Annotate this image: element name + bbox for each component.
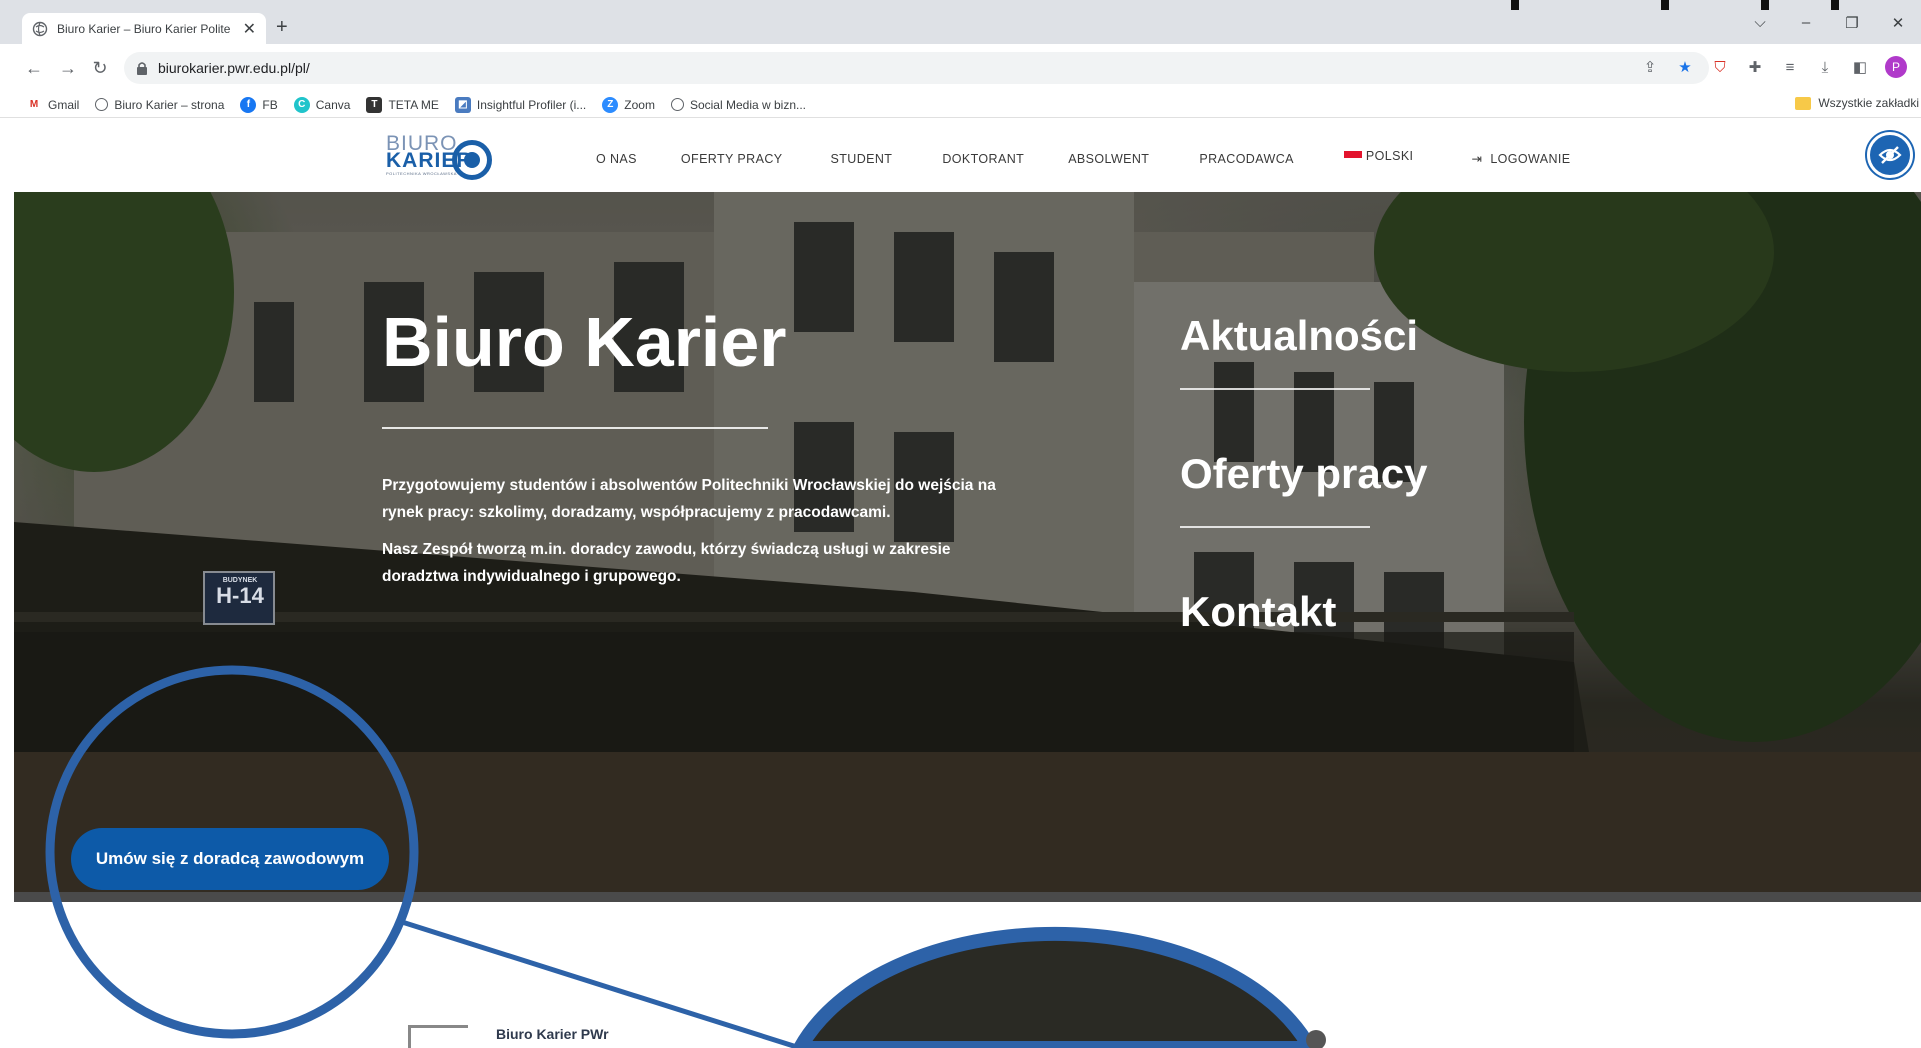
bookmark-label: FB bbox=[262, 97, 278, 112]
bookmark-star-icon[interactable]: ★ bbox=[1675, 57, 1695, 77]
bookmark-label: Canva bbox=[315, 97, 351, 112]
reading-list-icon[interactable]: ≡ bbox=[1780, 57, 1800, 77]
new-tab-icon[interactable]: + bbox=[276, 16, 288, 39]
login-icon: ⇥ bbox=[1471, 152, 1483, 166]
extension-icon[interactable]: ⛉ bbox=[1710, 57, 1730, 77]
url-text: biurokarier.pwr.edu.pl/pl/ bbox=[158, 60, 310, 76]
eye-slash-icon bbox=[1878, 146, 1902, 164]
bookmark-fb[interactable]: f FB bbox=[240, 96, 278, 113]
profile-avatar[interactable]: P bbox=[1885, 56, 1907, 78]
link-divider bbox=[1180, 388, 1370, 390]
browser-tab-bar: Biuro Karier – Biuro Karier Polite ✕ + ⌵… bbox=[0, 0, 1921, 44]
hero-paragraph: Nasz Zespół tworzą m.in. doradcy zawodu,… bbox=[382, 541, 951, 585]
back-icon[interactable]: ← bbox=[22, 56, 46, 80]
browser-toolbar: ← → ↻ biurokarier.pwr.edu.pl/pl/ ⇪ ★ ⛉ ✚… bbox=[0, 44, 1921, 92]
logo-line3: POLITECHNIKA WROCŁAWSKA bbox=[386, 171, 457, 176]
link-oferty-pracy[interactable]: Oferty pracy bbox=[1180, 450, 1427, 498]
canva-icon: C bbox=[293, 96, 310, 113]
menu-item-o-nas[interactable]: O NAS bbox=[596, 152, 637, 166]
forward-icon[interactable]: → bbox=[56, 56, 80, 80]
login-label: LOGOWANIE bbox=[1490, 152, 1571, 166]
close-icon[interactable]: ✕ bbox=[243, 19, 256, 39]
bookmarks-bar: M Gmail Biuro Karier – strona f FB C Can… bbox=[0, 92, 1921, 118]
decorative-marks bbox=[1511, 0, 1841, 10]
bookmark-label: TETA ME bbox=[388, 97, 439, 112]
book-advisor-button[interactable]: Umów się z doradcą zawodowym bbox=[71, 828, 389, 890]
link-divider bbox=[1180, 526, 1370, 528]
hero-description: Przygotowujemy studentów i absolwentów P… bbox=[382, 472, 1002, 600]
bookmark-gmail[interactable]: M Gmail bbox=[26, 97, 80, 113]
globe-icon bbox=[95, 98, 109, 111]
window-close-icon[interactable]: ✕ bbox=[1875, 14, 1921, 32]
tab-search-icon[interactable]: ⌵ bbox=[1737, 14, 1783, 32]
folder-icon bbox=[1795, 96, 1812, 110]
zoom-icon: Z bbox=[602, 96, 619, 113]
bookmark-label: Insightful Profiler (i... bbox=[476, 97, 587, 112]
facebook-icon: f bbox=[240, 96, 257, 113]
building-sign-line2: H-14 bbox=[216, 583, 264, 608]
menu-item-oferty-pracy[interactable]: OFERTY PRACY bbox=[681, 152, 783, 166]
hero-paragraph: Przygotowujemy studentów i absolwentów P… bbox=[382, 477, 996, 521]
all-bookmarks[interactable]: Wszystkie zakładki bbox=[1795, 96, 1919, 110]
bookmark-canva[interactable]: C Canva bbox=[293, 96, 351, 113]
footer-logo-icon bbox=[408, 1025, 468, 1048]
hero-section: BUDYNEK H-14 Biuro Karier Przygotowujemy… bbox=[14, 192, 1921, 902]
menu-item-doktorant[interactable]: DOKTORANT bbox=[942, 152, 1024, 166]
reload-icon[interactable]: ↻ bbox=[88, 56, 112, 80]
download-icon[interactable]: ⤓ bbox=[1815, 57, 1835, 77]
language-label: POLSKI bbox=[1365, 148, 1414, 163]
menu-item-student[interactable]: STUDENT bbox=[831, 152, 893, 166]
toolbar-icons: ⇪ ★ ⛉ ✚ ≡ ⤓ ◧ P ⋮ bbox=[1640, 56, 1921, 78]
site-header: BIURO KARIER POLITECHNIKA WROCŁAWSKA O N… bbox=[0, 118, 1921, 192]
menu-item-pracodawca[interactable]: PRACODAWCA bbox=[1199, 152, 1294, 166]
bookmark-label: Zoom bbox=[624, 97, 655, 112]
content-section bbox=[14, 902, 1921, 1048]
main-menu: O NAS OFERTY PRACY STUDENT DOKTORANT ABS… bbox=[596, 148, 1571, 167]
bookmark-biuro-karier[interactable]: Biuro Karier – strona bbox=[95, 98, 224, 112]
restore-icon[interactable]: ❐ bbox=[1829, 14, 1875, 32]
minimize-icon[interactable]: – bbox=[1783, 14, 1829, 32]
bookmark-label: Biuro Karier – strona bbox=[114, 97, 225, 112]
browser-tab[interactable]: Biuro Karier – Biuro Karier Polite ✕ bbox=[22, 13, 266, 44]
window-controls: ⌵ – ❐ ✕ bbox=[1737, 14, 1921, 32]
address-bar[interactable]: biurokarier.pwr.edu.pl/pl/ bbox=[124, 52, 1709, 84]
all-bookmarks-label: Wszystkie zakładki bbox=[1818, 96, 1919, 110]
link-aktualnosci[interactable]: Aktualności bbox=[1180, 312, 1427, 360]
lock-icon bbox=[137, 62, 147, 75]
bookmark-teta[interactable]: T TETA ME bbox=[366, 96, 439, 113]
share-icon[interactable]: ⇪ bbox=[1640, 57, 1660, 77]
footer-preview-label: Biuro Karier PWr bbox=[496, 1026, 609, 1042]
gmail-icon: M bbox=[29, 99, 39, 110]
globe-icon bbox=[670, 98, 684, 111]
hero-quick-links: Aktualności Oferty pracy Kontakt bbox=[1180, 312, 1427, 636]
hero-title: Biuro Karier bbox=[382, 303, 787, 381]
teta-icon: T bbox=[366, 96, 383, 113]
globe-icon bbox=[32, 21, 48, 37]
puzzle-icon[interactable]: ✚ bbox=[1745, 57, 1765, 77]
menu-item-absolwent[interactable]: ABSOLWENT bbox=[1068, 152, 1149, 166]
building-sign: BUDYNEK H-14 bbox=[210, 577, 270, 608]
bookmark-label: Social Media w bizn... bbox=[689, 97, 807, 112]
image-icon: ◩ bbox=[454, 96, 471, 113]
tab-title: Biuro Karier – Biuro Karier Polite bbox=[57, 21, 231, 36]
hero-divider bbox=[382, 427, 768, 429]
login-link[interactable]: ⇥ LOGOWANIE bbox=[1471, 151, 1570, 166]
logo-dot-icon bbox=[464, 152, 480, 168]
bookmark-zoom[interactable]: Z Zoom bbox=[602, 96, 655, 113]
accessibility-button[interactable] bbox=[1867, 132, 1913, 178]
bookmark-social-media[interactable]: Social Media w bizn... bbox=[670, 97, 807, 112]
link-kontakt[interactable]: Kontakt bbox=[1180, 588, 1427, 636]
language-switcher[interactable]: POLSKI bbox=[1343, 148, 1414, 163]
sidepanel-icon[interactable]: ◧ bbox=[1850, 57, 1870, 77]
bookmark-insightful[interactable]: ◩ Insightful Profiler (i... bbox=[454, 96, 587, 113]
polish-flag-icon bbox=[1343, 151, 1362, 159]
site-logo[interactable]: BIURO KARIER POLITECHNIKA WROCŁAWSKA bbox=[384, 132, 494, 180]
bookmark-label: Gmail bbox=[48, 97, 80, 112]
